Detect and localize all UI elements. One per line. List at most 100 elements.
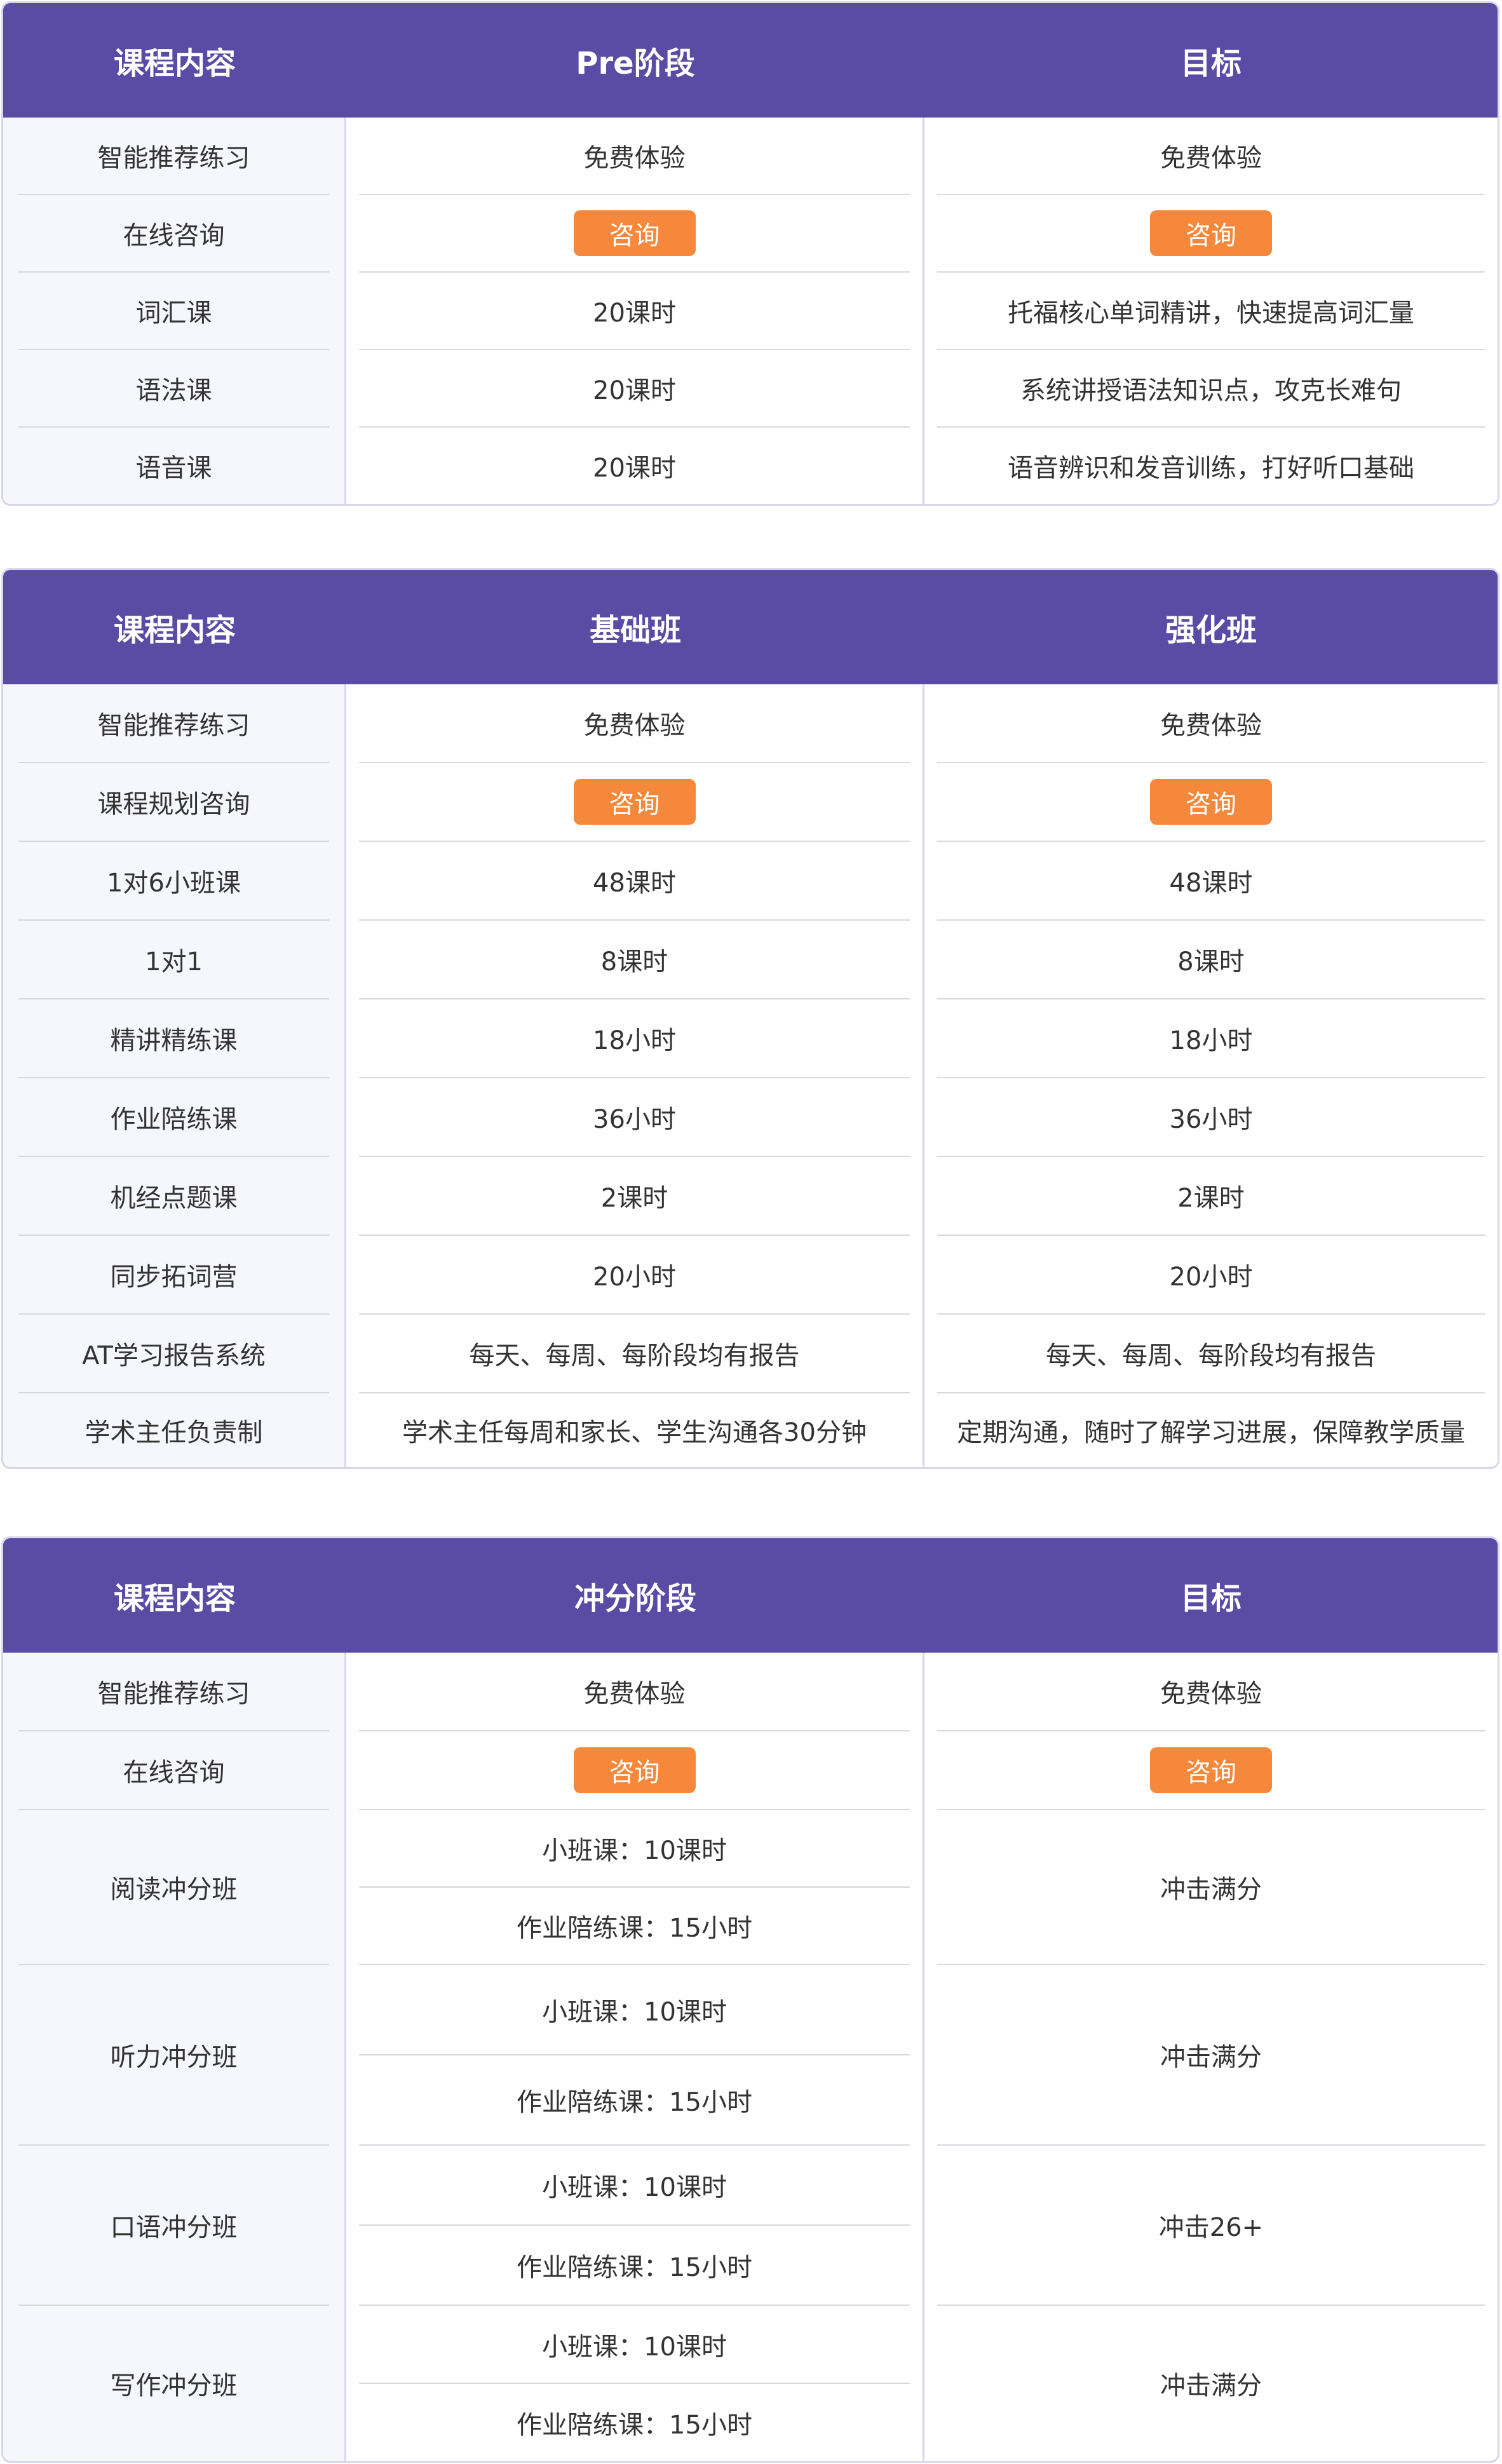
row-label: 智能推荐练习 bbox=[18, 118, 329, 195]
small-class-cell: 小班课：10课时 bbox=[359, 1810, 910, 1888]
row-label: 听力冲分班 bbox=[18, 1965, 329, 2146]
row-label: 同步拓词营 bbox=[18, 1236, 329, 1315]
table-cell: 每天、每周、每阶段均有报告 bbox=[359, 1315, 910, 1393]
table-cell: 学术主任每周和家长、学生沟通各30分钟 bbox=[402, 1418, 867, 1447]
consult-button[interactable]: 咨询 bbox=[573, 210, 696, 256]
table-cell: 托福核心单词精讲，快速提高词汇量 bbox=[937, 273, 1485, 350]
goal-cell: 冲击满分 bbox=[1160, 2371, 1262, 2400]
table-cell: 免费体验 bbox=[359, 1653, 910, 1731]
label-column: 智能推荐练习 在线咨询 阅读冲分班 听力冲分班 口语冲分班 写作冲分班 bbox=[3, 1653, 346, 2461]
table-cell: 咨询 bbox=[359, 1731, 910, 1810]
table-cell: 免费体验 bbox=[937, 1653, 1485, 1731]
small-class-cell: 小班课：10课时 bbox=[359, 2146, 910, 2226]
table-cell: 36小时 bbox=[359, 1078, 910, 1157]
basic-intensive-table: 课程内容 基础班 强化班 智能推荐练习 课程规划咨询 1对6小班课 1对1 精讲… bbox=[1, 568, 1499, 1469]
consult-button[interactable]: 咨询 bbox=[1150, 1747, 1272, 1793]
table-body: 智能推荐练习 在线咨询 词汇课 语法课 语音课 免费体验 咨询 20课时 20课… bbox=[3, 118, 1498, 504]
table-cell: 2课时 bbox=[937, 1157, 1485, 1236]
header-basic-class: 基础班 bbox=[589, 613, 681, 648]
table-cell: 系统讲授语法知识点，攻克长难句 bbox=[937, 350, 1485, 428]
small-class-cell: 小班课：10课时 bbox=[359, 1965, 910, 2055]
table-cell: 咨询 bbox=[937, 763, 1485, 842]
header-sprint-stage: 冲分阶段 bbox=[574, 1581, 696, 1616]
row-label: 课程规划咨询 bbox=[18, 763, 329, 842]
row-label: 在线咨询 bbox=[18, 1731, 329, 1810]
goal-cell: 冲击26+ bbox=[937, 2146, 1485, 2306]
label-column: 智能推荐练习 在线咨询 词汇课 语法课 语音课 bbox=[3, 118, 346, 504]
homework-practice-cell: 作业陪练课：15小时 bbox=[517, 1914, 752, 1943]
table-cell: 20小时 bbox=[937, 1236, 1485, 1315]
table-body: 智能推荐练习 在线咨询 阅读冲分班 听力冲分班 口语冲分班 写作冲分班 免费体验… bbox=[3, 1653, 1498, 2461]
homework-practice-cell: 作业陪练课：15小时 bbox=[517, 2088, 752, 2117]
row-label: 作业陪练课 bbox=[18, 1078, 329, 1157]
header-pre-stage: Pre阶段 bbox=[576, 46, 695, 81]
table-header: 课程内容 基础班 强化班 bbox=[3, 570, 1498, 684]
row-label: 智能推荐练习 bbox=[18, 1653, 329, 1731]
table-cell: 20课时 bbox=[593, 454, 676, 483]
row-label: 1对1 bbox=[18, 921, 329, 999]
row-label: 在线咨询 bbox=[18, 195, 329, 273]
table-cell: 48课时 bbox=[359, 842, 910, 921]
table-cell: 免费体验 bbox=[937, 118, 1485, 195]
table-cell: 18小时 bbox=[359, 999, 910, 1078]
row-label: 写作冲分班 bbox=[110, 2371, 238, 2400]
table-cell: 8课时 bbox=[359, 921, 910, 999]
course-group: 小班课：10课时 作业陪练课：15小时 bbox=[359, 1810, 910, 1965]
table-cell: 免费体验 bbox=[937, 684, 1485, 763]
header-course-content: 课程内容 bbox=[113, 46, 236, 81]
course-group: 小班课：10课时 作业陪练课：15小时 bbox=[359, 1965, 910, 2146]
row-label: 语音课 bbox=[135, 454, 212, 483]
header-goal: 目标 bbox=[1180, 46, 1242, 81]
row-label: 智能推荐练习 bbox=[18, 684, 329, 763]
basic-class-column: 免费体验 咨询 48课时 8课时 18小时 36小时 2课时 20小时 每天、每… bbox=[346, 684, 924, 1467]
goal-cell: 冲击满分 bbox=[937, 1810, 1485, 1965]
consult-button[interactable]: 咨询 bbox=[573, 1747, 696, 1793]
table-cell: 咨询 bbox=[359, 195, 910, 273]
table-cell: 咨询 bbox=[937, 1731, 1485, 1810]
small-class-cell: 小班课：10课时 bbox=[359, 2306, 910, 2384]
goal-column: 免费体验 咨询 冲击满分 冲击满分 冲击26+ 冲击满分 bbox=[924, 1653, 1498, 2461]
table-cell: 36小时 bbox=[937, 1078, 1485, 1157]
table-cell: 每天、每周、每阶段均有报告 bbox=[937, 1315, 1485, 1393]
table-cell: 8课时 bbox=[937, 921, 1485, 999]
header-goal: 目标 bbox=[1180, 1581, 1242, 1616]
row-label: 阅读冲分班 bbox=[18, 1810, 329, 1965]
table-cell: 免费体验 bbox=[359, 684, 910, 763]
pre-stage-table: 课程内容 Pre阶段 目标 智能推荐练习 在线咨询 词汇课 语法课 语音课 免费… bbox=[1, 1, 1499, 506]
sprint-stage-table: 课程内容 冲分阶段 目标 智能推荐练习 在线咨询 阅读冲分班 听力冲分班 口语冲… bbox=[1, 1536, 1499, 2463]
row-label: 学术主任负责制 bbox=[85, 1418, 263, 1447]
consult-button[interactable]: 咨询 bbox=[1150, 210, 1272, 256]
goal-cell: 冲击满分 bbox=[937, 1965, 1485, 2146]
header-intensive-class: 强化班 bbox=[1165, 613, 1257, 648]
table-header: 课程内容 冲分阶段 目标 bbox=[3, 1538, 1498, 1653]
table-cell: 定期沟通，随时了解学习进展，保障教学质量 bbox=[957, 1418, 1465, 1447]
header-course-content: 课程内容 bbox=[113, 1581, 236, 1616]
intensive-class-column: 免费体验 咨询 48课时 8课时 18小时 36小时 2课时 20小时 每天、每… bbox=[924, 684, 1498, 1467]
row-label: 词汇课 bbox=[18, 273, 329, 350]
table-cell: 咨询 bbox=[937, 195, 1485, 273]
table-body: 智能推荐练习 课程规划咨询 1对6小班课 1对1 精讲精练课 作业陪练课 机经点… bbox=[3, 684, 1498, 1467]
consult-button[interactable]: 咨询 bbox=[573, 779, 696, 825]
row-label: 精讲精练课 bbox=[18, 999, 329, 1078]
label-column: 智能推荐练习 课程规划咨询 1对6小班课 1对1 精讲精练课 作业陪练课 机经点… bbox=[3, 684, 346, 1467]
header-course-content: 课程内容 bbox=[113, 613, 236, 648]
table-cell: 48课时 bbox=[937, 842, 1485, 921]
row-label: 机经点题课 bbox=[18, 1157, 329, 1236]
row-label: 语法课 bbox=[18, 350, 329, 428]
row-label: 1对6小班课 bbox=[18, 842, 329, 921]
homework-practice-cell: 作业陪练课：15小时 bbox=[517, 2410, 752, 2440]
sprint-stage-column: 免费体验 咨询 小班课：10课时 作业陪练课：15小时 小班课：10课时 作业陪… bbox=[346, 1653, 924, 2461]
row-label: AT学习报告系统 bbox=[18, 1315, 329, 1393]
row-label: 口语冲分班 bbox=[18, 2146, 329, 2306]
goal-column: 免费体验 咨询 托福核心单词精讲，快速提高词汇量 系统讲授语法知识点，攻克长难句… bbox=[924, 118, 1498, 504]
table-cell: 20小时 bbox=[359, 1236, 910, 1315]
table-cell: 20课时 bbox=[359, 273, 910, 350]
table-cell: 20课时 bbox=[359, 350, 910, 428]
homework-practice-cell: 作业陪练课：15小时 bbox=[517, 2253, 752, 2282]
course-group: 小班课：10课时 作业陪练课：15小时 bbox=[359, 2146, 910, 2306]
table-cell: 18小时 bbox=[937, 999, 1485, 1078]
table-cell: 免费体验 bbox=[359, 118, 910, 195]
pre-stage-column: 免费体验 咨询 20课时 20课时 20课时 bbox=[346, 118, 924, 504]
table-cell: 语音辨识和发音训练，打好听口基础 bbox=[1008, 454, 1414, 483]
consult-button[interactable]: 咨询 bbox=[1150, 779, 1272, 825]
